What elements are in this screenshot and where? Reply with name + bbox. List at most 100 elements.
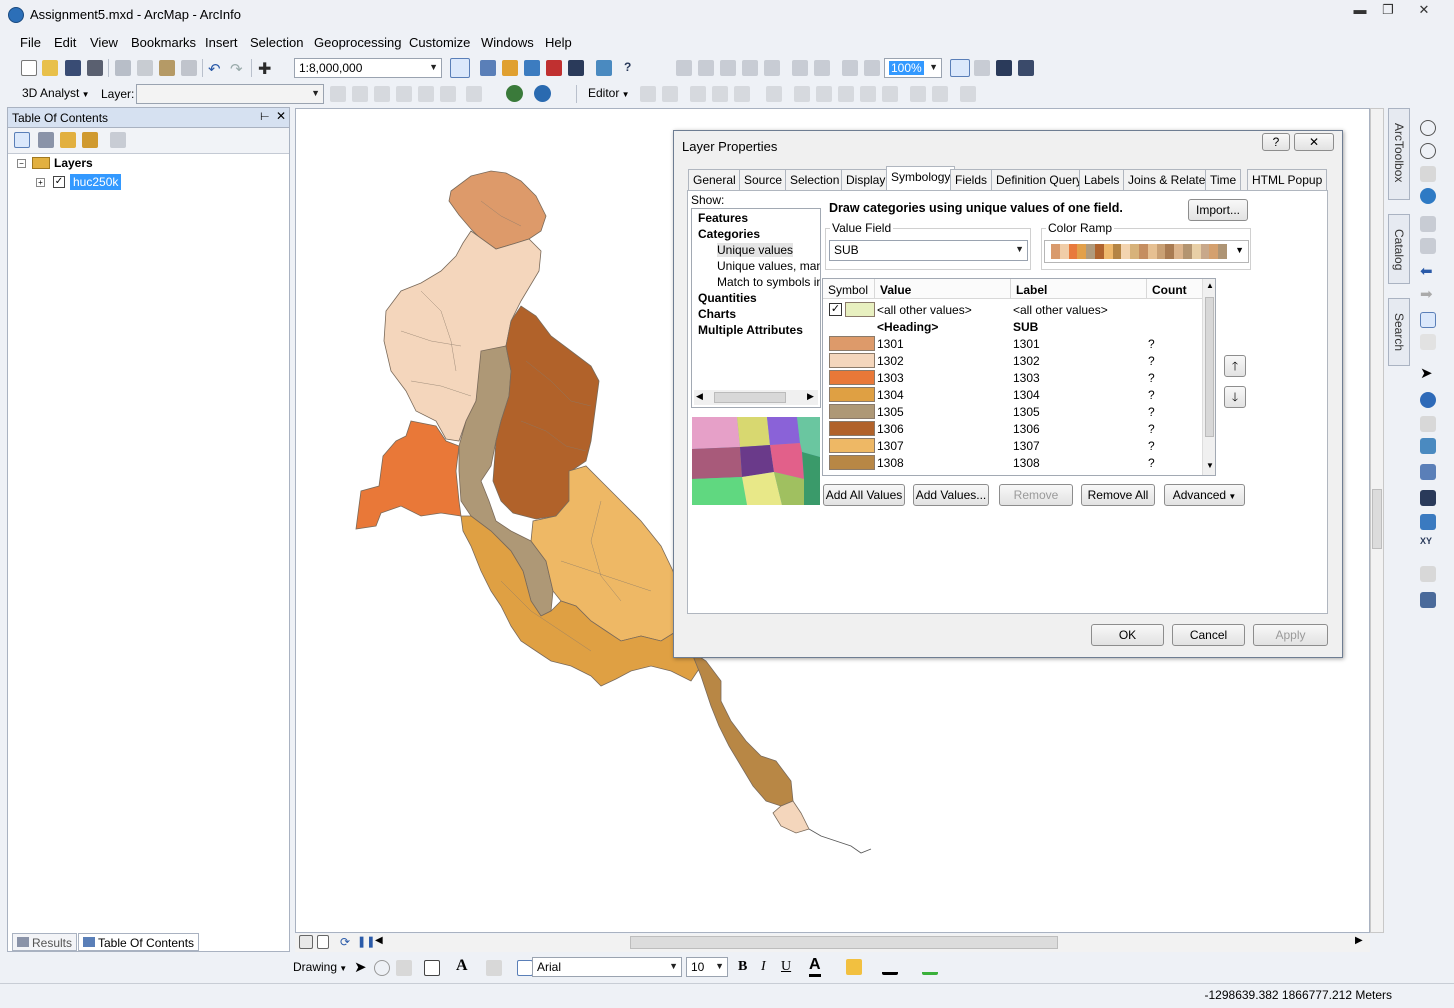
menu-file[interactable]: File <box>20 35 41 50</box>
show-match-to-symbols[interactable]: Match to symbols in a <box>717 275 820 289</box>
tab-fields[interactable]: Fields <box>950 169 993 190</box>
cut-polygons-icon[interactable] <box>838 86 854 102</box>
table-row[interactable]: 1308 1308? <box>823 454 1203 471</box>
refresh-icon[interactable]: ⟳ <box>340 935 350 949</box>
scroll-left-icon[interactable]: ◀ <box>696 391 703 402</box>
toc-window-icon[interactable] <box>480 60 496 76</box>
show-quantities[interactable]: Quantities <box>698 291 757 305</box>
fixed-zoom-in-icon[interactable] <box>792 60 808 76</box>
layer-visibility-checkbox[interactable]: ✓ <box>53 176 65 188</box>
symbol-swatch[interactable] <box>829 387 875 402</box>
add-values-button[interactable]: Add Values... <box>913 484 989 506</box>
rectangle-icon[interactable] <box>424 960 440 976</box>
remove-button[interactable]: Remove <box>999 484 1073 506</box>
arctoolbox-icon[interactable] <box>546 60 562 76</box>
tab-search[interactable]: Search <box>1388 298 1410 366</box>
scroll-right-icon[interactable]: ▶ <box>807 391 814 402</box>
straight-segment-icon[interactable] <box>690 86 706 102</box>
editor-toolbar-icon[interactable] <box>450 58 470 78</box>
catalog-window-icon[interactable] <box>502 60 518 76</box>
apply-button[interactable]: Apply <box>1253 624 1328 646</box>
pan-icon[interactable] <box>1420 166 1436 182</box>
tab-labels[interactable]: Labels <box>1079 169 1125 190</box>
layout-zoom-out-icon[interactable] <box>698 60 714 76</box>
scroll-right-icon[interactable]: ▶ <box>1355 935 1363 946</box>
go-to-xy-icon[interactable]: XY <box>1420 536 1436 552</box>
tab-html-popup[interactable]: HTML Popup <box>1247 169 1328 190</box>
data-view-icon[interactable] <box>299 935 313 949</box>
tab-catalog[interactable]: Catalog <box>1388 214 1410 284</box>
vertical-scroll-thumb[interactable] <box>1372 489 1382 549</box>
layout-view-icon[interactable] <box>317 935 329 949</box>
scroll-left-icon[interactable]: ◀ <box>375 935 383 946</box>
menu-edit[interactable]: Edit <box>54 35 76 50</box>
measure-icon[interactable] <box>1420 464 1436 480</box>
color-ramp-select[interactable]: ▼ <box>1044 240 1249 263</box>
table-row[interactable]: 1303 1303? <box>823 369 1203 386</box>
menu-insert[interactable]: Insert <box>205 35 238 50</box>
line-color-icon[interactable] <box>882 959 898 975</box>
move-down-button[interactable]: 🡓 <box>1224 386 1246 408</box>
map-scale-combo[interactable]: 1:8,000,000 ▼ <box>294 58 442 78</box>
fill-color-icon[interactable] <box>846 959 862 975</box>
previous-extent-icon[interactable] <box>842 60 858 76</box>
interpolate-polygon-icon[interactable] <box>440 86 456 102</box>
select-elements-icon[interactable]: ➤ <box>354 958 367 976</box>
tab-arctoolbox[interactable]: ArcToolbox <box>1388 108 1410 200</box>
line-of-sight-icon[interactable] <box>374 86 390 102</box>
zoom-100-icon[interactable] <box>764 60 780 76</box>
find-route-icon[interactable] <box>1420 514 1436 530</box>
tab-selection[interactable]: Selection <box>785 169 845 190</box>
pause-drawing-icon[interactable]: ❚❚ <box>357 935 375 948</box>
show-tree-hscrollbar[interactable]: ◀ ▶ <box>694 390 818 405</box>
go-back-icon[interactable]: ⬅ <box>1420 262 1436 280</box>
search-window-icon[interactable] <box>524 60 540 76</box>
symbol-swatch[interactable] <box>829 455 875 470</box>
menu-view[interactable]: View <box>90 35 118 50</box>
change-layout-icon[interactable] <box>996 60 1012 76</box>
list-by-drawing-order-icon[interactable] <box>14 132 30 148</box>
zoom-in-icon[interactable] <box>1420 120 1436 136</box>
find-icon[interactable] <box>1420 490 1436 506</box>
undo-icon[interactable]: ↶ <box>208 60 224 78</box>
open-folder-icon[interactable] <box>42 60 58 76</box>
minimize-button[interactable]: ▬ <box>1346 2 1374 20</box>
symbol-swatch[interactable] <box>829 438 875 453</box>
tab-results[interactable]: Results <box>12 933 78 951</box>
tab-time[interactable]: Time <box>1205 169 1242 190</box>
split-tool-icon[interactable] <box>860 86 876 102</box>
advanced-button[interactable]: Advanced ▼ <box>1164 484 1245 506</box>
tab-symbology[interactable]: Symbology <box>886 166 956 191</box>
marker-color-icon[interactable] <box>922 959 938 975</box>
contour-icon[interactable] <box>418 86 434 102</box>
table-row[interactable]: 1304 1304? <box>823 386 1203 403</box>
model-builder-icon[interactable] <box>596 60 612 76</box>
menu-customize[interactable]: Customize <box>409 35 470 50</box>
text-tool-icon[interactable]: A <box>456 957 468 975</box>
identify-icon[interactable] <box>1420 392 1436 408</box>
symbol-swatch[interactable] <box>829 421 875 436</box>
data-driven-pages-icon[interactable] <box>1018 60 1034 76</box>
table-row[interactable]: 1307 1307? <box>823 437 1203 454</box>
time-slider-icon[interactable] <box>1420 566 1436 582</box>
list-by-selection-icon[interactable] <box>82 132 98 148</box>
bold-button[interactable]: B <box>738 959 747 975</box>
trace-icon[interactable] <box>734 86 750 102</box>
pin-icon[interactable]: ⊢ <box>260 110 270 123</box>
menu-bookmarks[interactable]: Bookmarks <box>131 35 196 50</box>
underline-button[interactable]: U <box>781 959 791 975</box>
font-size-select[interactable]: 10 ▼ <box>686 957 728 977</box>
map-vertical-scrollbar[interactable] <box>1370 108 1384 933</box>
font-name-select[interactable]: Arial ▼ <box>532 957 682 977</box>
menu-geoprocessing[interactable]: Geoprocessing <box>314 35 401 50</box>
fixed-zoom-out-icon[interactable] <box>1420 238 1436 254</box>
rotate-tool-icon[interactable] <box>882 86 898 102</box>
print-icon[interactable] <box>87 60 103 76</box>
create-viewer-window-icon[interactable] <box>1420 592 1436 608</box>
python-window-icon[interactable] <box>568 60 584 76</box>
fixed-zoom-out-icon[interactable] <box>814 60 830 76</box>
hyperlink-icon[interactable] <box>1420 416 1436 432</box>
next-extent-icon[interactable] <box>864 60 880 76</box>
rotate-icon[interactable] <box>374 960 390 976</box>
col-header-label[interactable]: Label <box>1011 279 1147 299</box>
